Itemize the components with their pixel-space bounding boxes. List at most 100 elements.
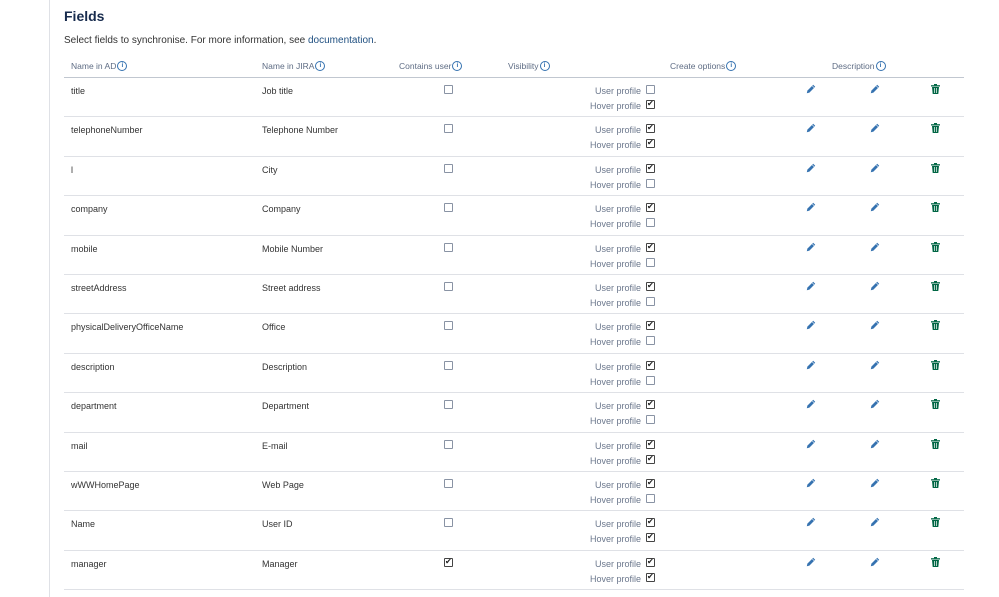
delete-trash-icon[interactable] [931,84,940,94]
edit-create-options-pencil-icon[interactable] [806,439,816,449]
delete-trash-icon[interactable] [931,399,940,410]
hover-profile-checkbox[interactable] [646,137,655,149]
contains-user-checkbox[interactable] [444,242,453,252]
edit-description-pencil-icon[interactable] [870,439,880,449]
edit-create-options-pencil-icon[interactable] [806,163,816,173]
contains-user-checkbox[interactable] [444,85,453,94]
edit-create-options-pencil-icon[interactable] [806,517,816,527]
contains-user-checkbox[interactable] [444,321,453,331]
documentation-link[interactable]: documentation [308,35,374,46]
edit-description-pencil-icon[interactable] [870,478,880,488]
user-profile-checkbox[interactable] [646,122,655,134]
info-icon[interactable]: i [315,60,326,71]
delete-trash-icon[interactable] [931,556,940,567]
info-icon[interactable]: i [726,60,737,71]
contains-user-checkbox[interactable] [444,518,453,528]
name-in-ad: manager [71,558,107,569]
edit-create-options-pencil-icon[interactable] [806,202,816,212]
info-icon[interactable]: i [452,60,463,71]
user-profile-checkbox[interactable] [646,516,655,528]
contains-user-checkbox[interactable] [444,360,453,370]
name-in-ad: wWWHomePage [71,479,140,490]
user-profile-checkbox[interactable] [646,398,655,410]
edit-description-pencil-icon[interactable] [870,557,880,567]
column-header-create-options: Create options i [670,60,737,72]
edit-create-options-pencil-icon[interactable] [806,360,816,370]
contains-user-checkbox[interactable] [444,439,453,449]
hover-profile-checkbox[interactable] [646,178,655,188]
user-profile-checkbox[interactable] [646,359,655,371]
edit-description-pencil-icon[interactable] [870,123,880,133]
hover-profile-checkbox[interactable] [646,415,655,425]
hover-profile-checkbox[interactable] [646,453,655,465]
name-in-ad: mobile [71,243,98,254]
user-profile-checkbox[interactable] [646,162,655,174]
hover-profile-checkbox[interactable] [646,375,655,385]
hover-profile-checkbox[interactable] [646,531,655,543]
hover-profile-checkbox[interactable] [646,571,655,583]
hover-profile-checkbox[interactable] [646,98,655,110]
contains-user-checkbox[interactable] [444,163,453,173]
name-in-ad: title [71,86,86,96]
hover-profile-checkbox[interactable] [646,218,655,228]
contains-user-checkbox[interactable] [444,281,453,291]
user-profile-label: User profile [594,164,641,175]
delete-trash-icon[interactable] [931,280,940,291]
hover-profile-checkbox[interactable] [646,493,655,503]
edit-create-options-pencil-icon[interactable] [806,399,816,409]
delete-trash-icon[interactable] [931,320,940,331]
edit-description-pencil-icon[interactable] [870,202,880,212]
user-profile-checkbox[interactable] [646,201,655,213]
column-header-visibility: Visibility i [508,60,550,72]
contains-user-checkbox[interactable] [444,478,453,488]
edit-description-pencil-icon[interactable] [870,242,880,252]
edit-create-options-pencil-icon[interactable] [806,281,816,291]
delete-trash-icon[interactable] [931,162,940,173]
edit-create-options-pencil-icon[interactable] [806,242,816,252]
user-profile-checkbox[interactable] [646,85,655,94]
edit-create-options-pencil-icon[interactable] [806,123,816,133]
user-profile-checkbox[interactable] [646,280,655,292]
edit-description-pencil-icon[interactable] [870,517,880,527]
edit-description-pencil-icon[interactable] [870,281,880,291]
hover-profile-checkbox[interactable] [646,296,655,306]
user-profile-checkbox[interactable] [646,477,655,489]
edit-description-pencil-icon[interactable] [870,320,880,330]
edit-description-pencil-icon[interactable] [870,84,880,94]
edit-create-options-pencil-icon[interactable] [806,557,816,567]
delete-trash-icon[interactable] [931,123,940,134]
edit-description-pencil-icon[interactable] [870,399,880,409]
contains-user-checkbox[interactable] [444,124,453,134]
user-profile-checkbox[interactable] [646,556,655,568]
hover-profile-label: Hover profile [589,534,641,545]
edit-create-options-pencil-icon[interactable] [806,320,816,330]
user-profile-label: User profile [594,558,641,569]
edit-create-options-pencil-icon[interactable] [806,84,816,94]
user-profile-checkbox[interactable] [646,241,655,253]
delete-trash-icon[interactable] [931,202,940,213]
contains-user-checkbox[interactable] [444,203,453,213]
user-profile-label: User profile [594,519,641,530]
user-profile-checkbox[interactable] [646,438,655,450]
info-icon[interactable]: i [117,60,128,71]
hover-profile-label: Hover profile [589,573,641,584]
info-icon[interactable]: i [875,60,886,71]
hover-profile-label: Hover profile [589,101,641,111]
table-row: company Company User profile Hover profi… [64,196,964,236]
name-in-jira: User ID [262,519,293,530]
contains-user-checkbox[interactable] [444,556,453,568]
delete-trash-icon[interactable] [931,241,940,252]
delete-trash-icon[interactable] [931,517,940,528]
delete-trash-icon[interactable] [931,359,940,370]
edit-description-pencil-icon[interactable] [870,163,880,173]
contains-user-checkbox[interactable] [444,400,453,410]
delete-trash-icon[interactable] [931,477,940,488]
delete-trash-icon[interactable] [931,438,940,449]
hover-profile-checkbox[interactable] [646,257,655,267]
user-profile-checkbox[interactable] [646,319,655,331]
edit-description-pencil-icon[interactable] [870,360,880,370]
column-header-label: Description [832,61,875,71]
hover-profile-checkbox[interactable] [646,336,655,346]
edit-create-options-pencil-icon[interactable] [806,478,816,488]
info-icon[interactable]: i [539,60,550,71]
